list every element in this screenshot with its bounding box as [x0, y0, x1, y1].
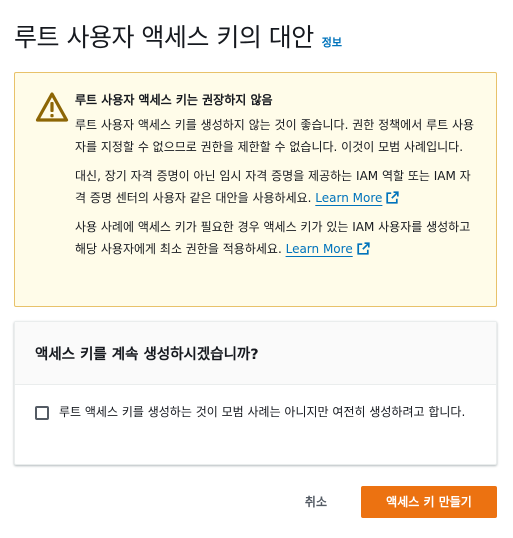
confirm-title: 액세스 키를 계속 생성하시겠습니까?	[35, 346, 259, 363]
alert-paragraph: 루트 사용자 액세스 키를 생성하지 않는 것이 좋습니다. 권한 정책에서 루…	[75, 114, 478, 158]
info-link[interactable]: 정보	[322, 34, 342, 50]
page-header: 루트 사용자 액세스 키의 대안 정보	[14, 18, 342, 54]
alert-paragraph: 대신, 장기 자격 증명이 아닌 임시 자격 증명을 제공하는 IAM 역할 또…	[75, 165, 478, 209]
learn-more-link-iam-users[interactable]: Learn More	[286, 242, 370, 256]
action-bar: 취소 액세스 키 만들기	[291, 485, 497, 518]
cancel-button[interactable]: 취소	[291, 485, 341, 518]
alert-title: 루트 사용자 액세스 키는 권장하지 않음	[75, 93, 273, 107]
warning-alert: 루트 사용자 액세스 키는 권장하지 않음 루트 사용자 액세스 키를 생성하지…	[14, 72, 497, 307]
acknowledge-checkbox-label[interactable]: 루트 액세스 키를 생성하는 것이 모범 사례는 아니지만 여전히 생성하려고 …	[59, 405, 465, 419]
acknowledge-checkbox[interactable]	[35, 406, 49, 420]
external-link-icon	[386, 189, 400, 204]
page-title: 루트 사용자 액세스 키의 대안	[14, 23, 314, 52]
alert-text-1: 루트 사용자 액세스 키를 생성하지 않는 것이 좋습니다. 권한 정책에서 루…	[75, 118, 475, 154]
learn-more-link-iam-roles[interactable]: Learn More	[315, 189, 400, 205]
learn-more-label: Learn More	[285, 242, 353, 256]
create-access-key-button[interactable]: 액세스 키 만들기	[361, 485, 497, 518]
alert-text-3: 사용 사례에 액세스 키가 필요한 경우 액세스 키가 있는 IAM 사용자를 …	[75, 220, 471, 256]
alert-paragraph: 사용 사례에 액세스 키가 필요한 경우 액세스 키가 있는 IAM 사용자를 …	[75, 216, 478, 260]
learn-more-label: Learn More	[315, 191, 383, 205]
confirm-panel: 액세스 키를 계속 생성하시겠습니까? 루트 액세스 키를 생성하는 것이 모범…	[14, 321, 497, 465]
external-link-icon	[357, 240, 370, 255]
confirm-header: 액세스 키를 계속 생성하시겠습니까?	[15, 322, 496, 385]
warning-icon	[35, 91, 69, 123]
alert-text-2: 대신, 장기 자격 증명이 아닌 임시 자격 증명을 제공하는 IAM 역할 또…	[75, 169, 471, 205]
confirm-body: 루트 액세스 키를 생성하는 것이 모범 사례는 아니지만 여전히 생성하려고 …	[15, 385, 496, 423]
